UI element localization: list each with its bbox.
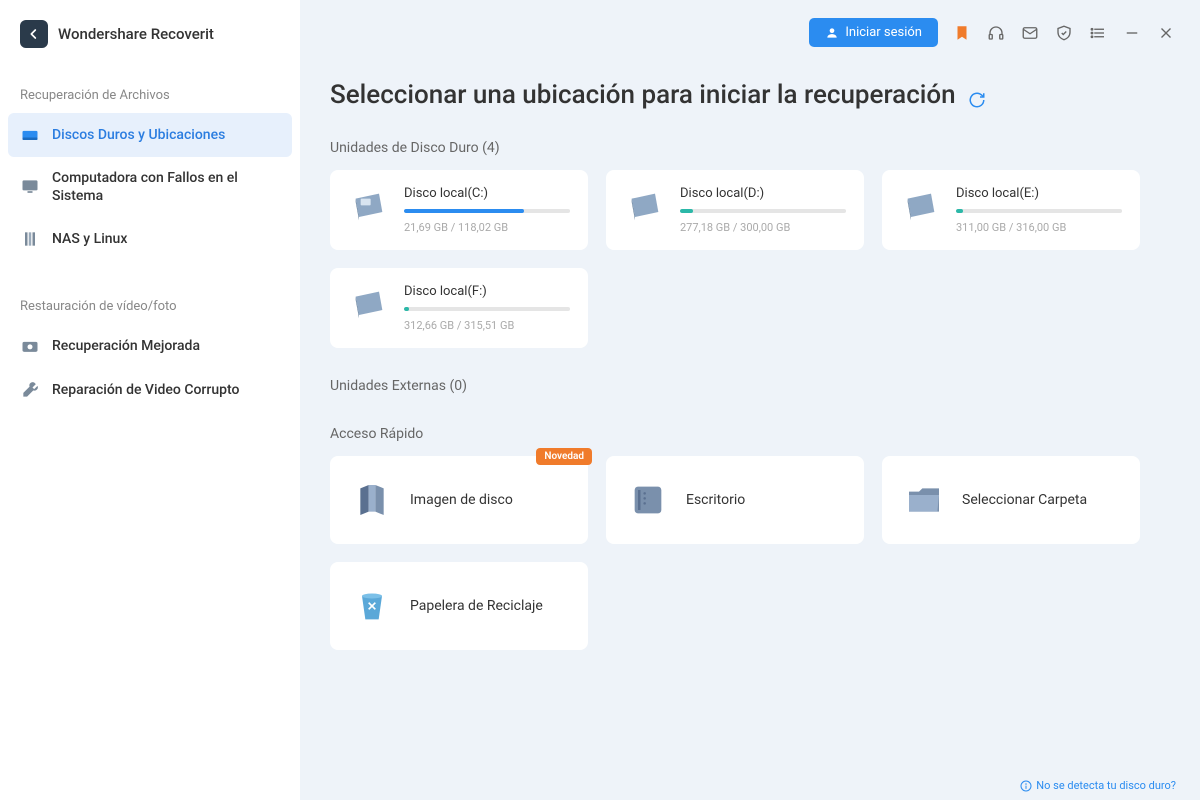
quick-label: Seleccionar Carpeta — [962, 492, 1087, 508]
disk-size: 311,00 GB / 316,00 GB — [956, 221, 1122, 234]
refresh-icon[interactable] — [968, 86, 986, 104]
sidebar-item-crashed[interactable]: Computadora con Fallos en el Sistema — [0, 157, 300, 217]
disk-name: Disco local(C:) — [404, 186, 570, 201]
folder-icon — [902, 478, 946, 522]
recycle-bin-icon — [350, 584, 394, 628]
app-logo-icon — [20, 20, 48, 48]
app-logo-area: Wondershare Recoverit — [0, 20, 300, 78]
main-content: Iniciar sesión Seleccionar una ubicación… — [300, 0, 1200, 800]
minimize-icon[interactable] — [1122, 23, 1142, 43]
topbar: Iniciar sesión — [809, 18, 1176, 47]
quick-label: Papelera de Reciclaje — [410, 598, 543, 614]
menu-icon[interactable] — [1088, 23, 1108, 43]
new-badge: Novedad — [536, 448, 592, 465]
mail-icon[interactable] — [1020, 23, 1040, 43]
disk-progress — [956, 209, 1122, 213]
user-icon — [825, 26, 839, 40]
quick-section-head: Acceso Rápido — [330, 426, 1170, 442]
page-title: Seleccionar una ubicación para iniciar l… — [330, 80, 1170, 110]
disk-grid: Disco local(C:) 21,69 GB / 118,02 GB Dis… — [330, 170, 1170, 348]
disk-progress — [404, 307, 570, 311]
camera-icon — [20, 336, 40, 356]
hdd-icon — [348, 186, 390, 228]
bookmark-icon[interactable] — [952, 23, 972, 43]
disk-card-c[interactable]: Disco local(C:) 21,69 GB / 118,02 GB — [330, 170, 588, 250]
sidebar-section-restore: Restauración de vídeo/foto — [0, 289, 300, 324]
disk-progress — [404, 209, 570, 213]
disk-name: Disco local(E:) — [956, 186, 1122, 201]
quick-card-folder[interactable]: Seleccionar Carpeta — [882, 456, 1140, 544]
hdd-icon — [900, 186, 942, 228]
sidebar-item-nas[interactable]: NAS y Linux — [0, 217, 300, 261]
sidebar-item-label: Discos Duros y Ubicaciones — [52, 126, 225, 144]
quick-label: Escritorio — [686, 492, 745, 508]
disk-card-d[interactable]: Disco local(D:) 277,18 GB / 300,00 GB — [606, 170, 864, 250]
disk-card-f[interactable]: Disco local(F:) 312,66 GB / 315,51 GB — [330, 268, 588, 348]
disk-size: 312,66 GB / 315,51 GB — [404, 319, 570, 332]
disk-image-icon — [350, 478, 394, 522]
login-label: Iniciar sesión — [845, 25, 922, 40]
quick-label: Imagen de disco — [410, 492, 513, 508]
hdd-icon — [348, 284, 390, 326]
disk-progress — [680, 209, 846, 213]
shield-icon[interactable] — [1054, 23, 1074, 43]
quick-card-desktop[interactable]: Escritorio — [606, 456, 864, 544]
disk-size: 21,69 GB / 118,02 GB — [404, 221, 570, 234]
disk-name: Disco local(F:) — [404, 284, 570, 299]
headset-icon[interactable] — [986, 23, 1006, 43]
quick-card-recycle[interactable]: Papelera de Reciclaje — [330, 562, 588, 650]
close-icon[interactable] — [1156, 23, 1176, 43]
sidebar-item-label: Reparación de Video Corrupto — [52, 381, 239, 399]
disk-size: 277,18 GB / 300,00 GB — [680, 221, 846, 234]
sidebar-item-video-repair[interactable]: Reparación de Video Corrupto — [0, 368, 300, 412]
sidebar-item-label: NAS y Linux — [52, 230, 127, 248]
disk-icon — [20, 125, 40, 145]
monitor-icon — [20, 177, 40, 197]
sidebar-item-disks[interactable]: Discos Duros y Ubicaciones — [8, 113, 292, 157]
quick-card-image[interactable]: Novedad Imagen de disco — [330, 456, 588, 544]
info-icon — [1020, 780, 1032, 792]
disk-name: Disco local(D:) — [680, 186, 846, 201]
ext-section-head: Unidades Externas (0) — [330, 378, 1170, 394]
hdd-icon — [624, 186, 666, 228]
quick-grid: Novedad Imagen de disco Escritorio Selec… — [330, 456, 1170, 650]
sidebar-item-label: Computadora con Fallos en el Sistema — [52, 169, 280, 205]
footer-help-link[interactable]: No se detecta tu disco duro? — [1020, 779, 1176, 792]
desktop-icon — [626, 478, 670, 522]
disk-card-e[interactable]: Disco local(E:) 311,00 GB / 316,00 GB — [882, 170, 1140, 250]
sidebar: Wondershare Recoverit Recuperación de Ar… — [0, 0, 300, 800]
app-title: Wondershare Recoverit — [58, 25, 214, 43]
hdd-section-head: Unidades de Disco Duro (4) — [330, 140, 1170, 156]
sidebar-item-label: Recuperación Mejorada — [52, 337, 200, 355]
sidebar-section-recovery: Recuperación de Archivos — [0, 78, 300, 113]
sidebar-item-enhanced[interactable]: Recuperación Mejorada — [0, 324, 300, 368]
server-icon — [20, 229, 40, 249]
login-button[interactable]: Iniciar sesión — [809, 18, 938, 47]
wrench-icon — [20, 380, 40, 400]
